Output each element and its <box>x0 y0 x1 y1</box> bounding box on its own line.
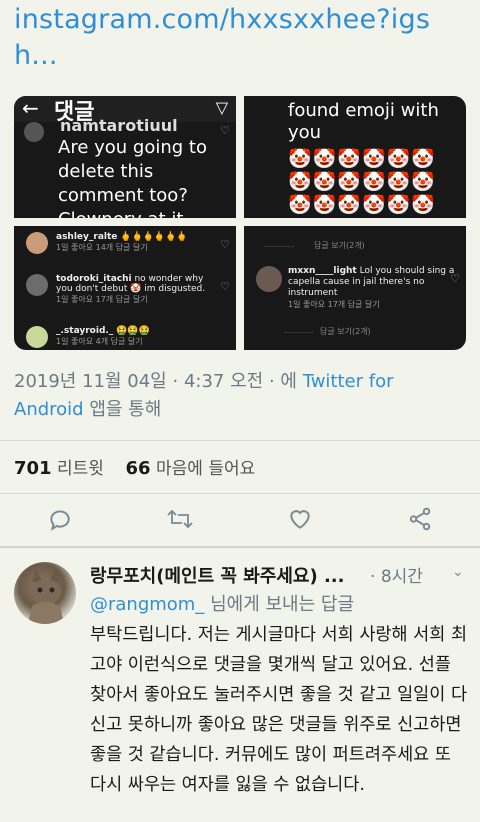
media-grid[interactable]: ← 댓글 ▽ namtarotiuul Are you going to del… <box>14 96 466 350</box>
comment-meta: 1일 좋아요 17개 답글 달기 <box>288 300 380 309</box>
list-item: todoroki_itachi no wonder why you don't … <box>56 274 221 305</box>
avatar <box>26 232 48 254</box>
like-count: 66 <box>125 458 151 479</box>
reply-icon[interactable] <box>47 506 75 534</box>
like-label: 마음에 들어요 <box>156 459 256 479</box>
avatar <box>26 274 48 296</box>
comment-meta: 1일 좋아요 17개 답글 달기 <box>56 295 148 304</box>
retweet-icon[interactable] <box>166 506 194 534</box>
reply-to-handle[interactable]: @rangmom_ <box>90 594 204 615</box>
like-icon[interactable] <box>287 506 315 534</box>
retweets-stat[interactable]: 701 리트윗 <box>14 458 104 479</box>
view-replies: 답글 보기(2개) <box>314 241 365 250</box>
tweet-stats: 701 리트윗 66 마음에 들어요 <box>14 454 255 479</box>
divider <box>264 246 294 247</box>
reply-author-name[interactable]: 랑무포치(메인트 꼭 봐주세요) ... <box>90 562 345 588</box>
list-item: _.stayroid._ 🤮🤮🤮 1일 좋아요 4개 답글 달기 <box>56 326 236 347</box>
avatar <box>256 266 282 292</box>
comment-username: mxxn____light <box>288 266 357 276</box>
emoji-row: 🤡🤡🤡🤡🤡🤡 <box>288 148 436 170</box>
retweet-label: 리트윗 <box>56 459 104 479</box>
view-replies: 답글 보기(2개) <box>320 327 371 336</box>
heart-icon: ♡ <box>220 124 230 137</box>
send-icon: ▽ <box>215 98 228 117</box>
reply-to-line: @rangmom_ 님에게 보내는 답글 <box>90 590 354 616</box>
comment-username: ashley_ralte <box>56 232 118 242</box>
chevron-down-icon[interactable]: ⌄ <box>452 564 464 580</box>
tweet-timestamp: 2019년 11월 04일 · 4:37 오전 · 에 Twitter for … <box>14 371 394 420</box>
likes-stat[interactable]: 66 마음에 들어요 <box>125 458 256 479</box>
avatar <box>26 326 48 348</box>
tweet-actions <box>0 494 480 546</box>
clown-emoji-grid: 🤡🤡🤡🤡🤡🤡 🤡🤡🤡🤡🤡🤡 🤡🤡🤡🤡🤡🤡 <box>288 148 464 217</box>
list-item: ashley_ralte 🖕🖕🖕🖕🖕🖕 1일 좋아요 14개 답글 달기 <box>56 232 236 253</box>
reply-time-value: 8시간 <box>380 567 423 587</box>
tweet-date: 2019년 11월 04일 <box>14 371 167 392</box>
comment-username: todoroki_itachi <box>56 274 132 284</box>
avatar[interactable] <box>14 562 76 624</box>
reply-to-suffix: 님에게 보내는 답글 <box>210 594 355 615</box>
tweet-link[interactable]: instagram.com/hxxsxxhee?igsh... <box>14 2 464 74</box>
divider <box>0 440 480 441</box>
comment-text: 🤮🤮🤮 <box>116 326 150 336</box>
media-image-3[interactable]: ashley_ralte 🖕🖕🖕🖕🖕🖕 1일 좋아요 14개 답글 달기 ♡ t… <box>14 226 236 350</box>
retweet-count: 701 <box>14 458 52 479</box>
reply-time: · 8시간 <box>370 567 423 587</box>
comment-text: Are you going to delete this comment too… <box>58 137 207 218</box>
back-arrow-icon: ← <box>22 96 39 120</box>
share-icon[interactable] <box>407 506 435 534</box>
emoji-row: 🤡🤡🤡🤡🤡🤡 <box>288 171 436 193</box>
comment-text: found emoji with you <box>288 100 439 143</box>
media-image-4[interactable]: 답글 보기(2개) mxxn____light Lol you should s… <box>244 226 466 350</box>
media-image-1[interactable]: ← 댓글 ▽ namtarotiuul Are you going to del… <box>14 96 236 218</box>
heart-icon: ♡ <box>220 280 230 293</box>
comment-username: _.stayroid._ <box>56 326 114 336</box>
emoji-row: 🤡🤡🤡🤡🤡🤡 <box>288 194 436 216</box>
via-suffix: 앱을 통해 <box>89 399 162 420</box>
list-item: mxxn____light Lol you should sing a cape… <box>288 266 458 310</box>
comment-meta: 1일 좋아요 14개 답글 달기 <box>56 243 148 252</box>
via-prefix: 에 <box>280 371 297 392</box>
media-image-2[interactable]: found emoji with you 🤡🤡🤡🤡🤡🤡 🤡🤡🤡🤡🤡🤡 🤡🤡🤡🤡🤡… <box>244 96 466 218</box>
heart-icon: ♡ <box>450 272 460 285</box>
comment-meta: 1일 좋아요 4개 답글 달기 <box>56 337 143 346</box>
comment-text: 🖕🖕🖕🖕🖕🖕 <box>120 232 188 242</box>
avatar <box>24 122 44 142</box>
tweet-time: 4:37 오전 <box>183 371 264 392</box>
divider <box>284 332 314 333</box>
reply-body: 부탁드립니다. 저는 게시글마다 서희 사랑해 서희 최고야 이런식으로 댓글을… <box>90 625 468 795</box>
comment-username: namtarotiuul <box>60 116 178 135</box>
heart-icon: ♡ <box>220 238 230 251</box>
reply-tweet[interactable]: 랑무포치(메인트 꼭 봐주세요) ... · 8시간 ⌄ @rangmom_ 님… <box>0 546 480 822</box>
